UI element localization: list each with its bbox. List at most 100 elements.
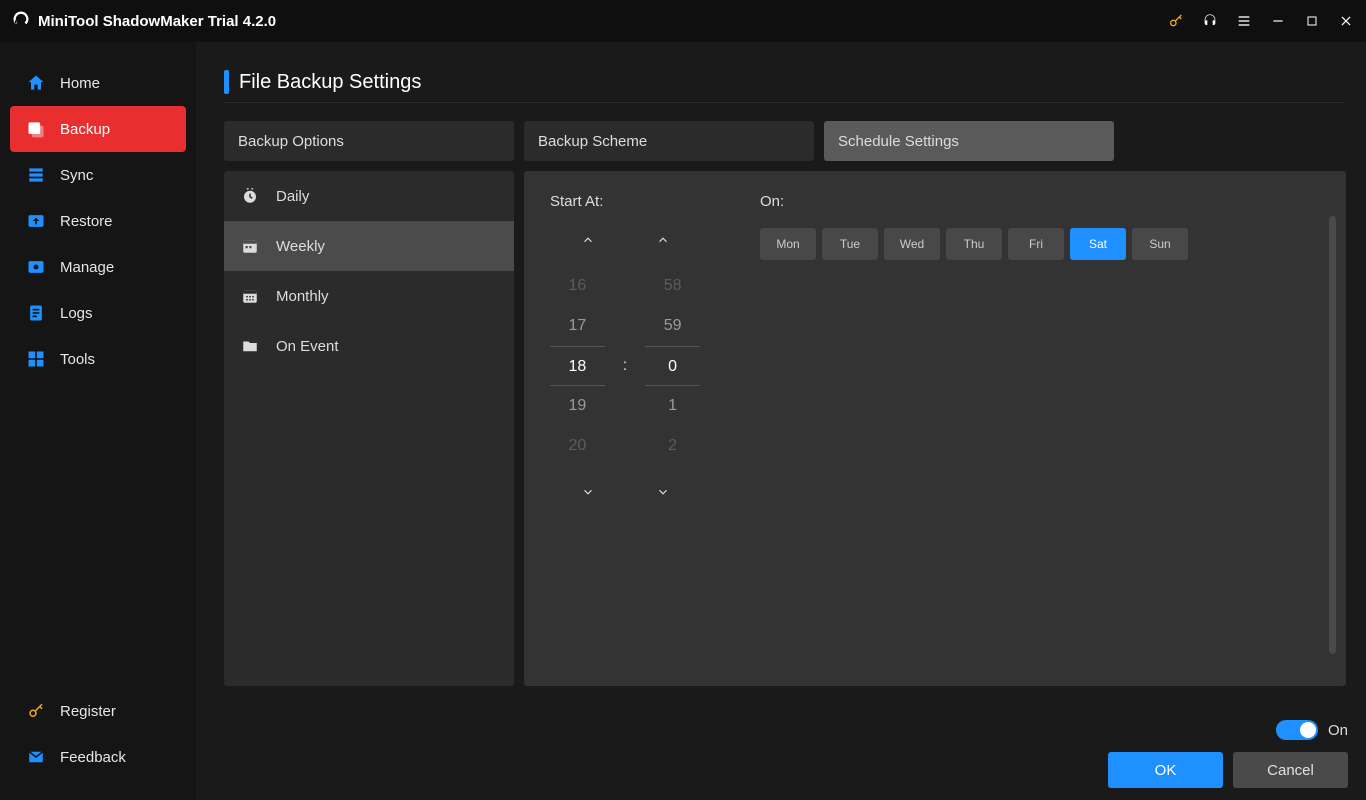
title-underline xyxy=(224,102,1344,103)
on-days-section: On: Mon Tue Wed Thu Fri Sat Sun xyxy=(760,193,1188,504)
minute-down-button[interactable] xyxy=(643,480,683,504)
minute-option: 2 xyxy=(668,426,677,466)
folder-icon xyxy=(240,336,260,356)
headset-icon[interactable] xyxy=(1202,13,1218,29)
schedule-mode-weekly[interactable]: Weekly xyxy=(224,221,514,271)
key-icon xyxy=(26,701,46,721)
hour-option: 17 xyxy=(568,306,586,346)
cancel-label: Cancel xyxy=(1267,762,1314,779)
day-thu[interactable]: Thu xyxy=(946,228,1002,260)
minute-wheel[interactable]: 58 59 0 1 2 xyxy=(645,266,700,466)
tab-schedule-settings[interactable]: Schedule Settings xyxy=(824,121,1114,161)
register-label: Register xyxy=(60,703,116,720)
day-wed[interactable]: Wed xyxy=(884,228,940,260)
day-fri[interactable]: Fri xyxy=(1008,228,1064,260)
day-mon[interactable]: Mon xyxy=(760,228,816,260)
backup-icon xyxy=(26,119,46,139)
content-area: File Backup Settings Backup Options Back… xyxy=(196,42,1366,800)
clock-icon xyxy=(240,186,260,206)
minute-option: 59 xyxy=(664,306,682,346)
day-label: Fri xyxy=(1029,237,1043,251)
titlebar-left: MiniTool ShadowMaker Trial 4.2.0 xyxy=(12,10,276,33)
calendar-week-icon xyxy=(240,236,260,256)
tools-icon xyxy=(26,349,46,369)
hour-up-button[interactable] xyxy=(568,228,608,252)
close-icon[interactable] xyxy=(1338,13,1354,29)
day-label: Mon xyxy=(776,237,799,251)
app-logo-icon xyxy=(12,10,30,33)
day-sun[interactable]: Sun xyxy=(1132,228,1188,260)
sidebar-item-sync[interactable]: Sync xyxy=(10,152,186,198)
schedule-toggle[interactable] xyxy=(1276,720,1318,740)
key-icon[interactable] xyxy=(1168,13,1184,29)
tab-label: Backup Scheme xyxy=(538,133,647,150)
tab-backup-options[interactable]: Backup Options xyxy=(224,121,514,161)
content-scrollbar[interactable] xyxy=(1329,216,1336,654)
sidebar-item-label: Backup xyxy=(60,121,110,138)
sidebar-item-restore[interactable]: Restore xyxy=(10,198,186,244)
sidebar-item-manage[interactable]: Manage xyxy=(10,244,186,290)
sidebar-item-label: Manage xyxy=(60,259,114,276)
page-title: File Backup Settings xyxy=(239,71,421,94)
sidebar-item-logs[interactable]: Logs xyxy=(10,290,186,336)
day-tue[interactable]: Tue xyxy=(822,228,878,260)
hour-option: 19 xyxy=(568,386,586,426)
sidebar-register[interactable]: Register xyxy=(10,688,186,734)
hour-selected: 18 xyxy=(550,346,605,386)
sidebar-item-home[interactable]: Home xyxy=(10,60,186,106)
accent-bar xyxy=(224,70,229,94)
sidebar-feedback[interactable]: Feedback xyxy=(10,734,186,780)
sidebar-item-label: Home xyxy=(60,75,100,92)
schedule-mode-monthly[interactable]: Monthly xyxy=(224,271,514,321)
day-label: Wed xyxy=(900,237,924,251)
footer: On OK Cancel xyxy=(1108,720,1348,788)
hour-wheel[interactable]: 16 17 18 19 20 xyxy=(550,266,605,466)
feedback-label: Feedback xyxy=(60,749,126,766)
toggle-label: On xyxy=(1328,722,1348,739)
schedule-mode-label: Daily xyxy=(276,188,309,205)
minute-selected: 0 xyxy=(645,346,700,386)
sidebar: Home Backup Sync Restore Manage Logs xyxy=(0,42,196,800)
time-colon: : xyxy=(623,357,627,375)
start-at-section: Start At: 16 17 18 xyxy=(550,193,700,504)
cancel-button[interactable]: Cancel xyxy=(1233,752,1348,788)
mail-icon xyxy=(26,747,46,767)
weekday-buttons: Mon Tue Wed Thu Fri Sat Sun xyxy=(760,228,1188,260)
tabs: Backup Options Backup Scheme Schedule Se… xyxy=(224,121,1346,161)
sync-icon xyxy=(26,165,46,185)
app-title: MiniTool ShadowMaker Trial 4.2.0 xyxy=(38,13,276,30)
ok-button[interactable]: OK xyxy=(1108,752,1223,788)
schedule-mode-daily[interactable]: Daily xyxy=(224,171,514,221)
maximize-icon[interactable] xyxy=(1304,13,1320,29)
restore-icon xyxy=(26,211,46,231)
menu-icon[interactable] xyxy=(1236,13,1252,29)
minute-up-button[interactable] xyxy=(643,228,683,252)
logs-icon xyxy=(26,303,46,323)
tab-backup-scheme[interactable]: Backup Scheme xyxy=(524,121,814,161)
calendar-month-icon xyxy=(240,286,260,306)
sidebar-item-tools[interactable]: Tools xyxy=(10,336,186,382)
schedule-detail-panel: Start At: 16 17 18 xyxy=(524,171,1346,686)
day-label: Sun xyxy=(1149,237,1170,251)
sidebar-item-label: Tools xyxy=(60,351,95,368)
hour-option: 20 xyxy=(568,426,586,466)
titlebar-right xyxy=(1168,13,1354,29)
schedule-mode-label: Weekly xyxy=(276,238,325,255)
minute-option: 1 xyxy=(668,386,677,426)
hour-option: 16 xyxy=(568,266,586,306)
manage-icon xyxy=(26,257,46,277)
sidebar-item-label: Logs xyxy=(60,305,93,322)
sidebar-item-label: Sync xyxy=(60,167,93,184)
day-sat[interactable]: Sat xyxy=(1070,228,1126,260)
sidebar-item-label: Restore xyxy=(60,213,113,230)
schedule-mode-label: Monthly xyxy=(276,288,329,305)
sidebar-item-backup[interactable]: Backup xyxy=(10,106,186,152)
day-label: Thu xyxy=(964,237,985,251)
minute-option: 58 xyxy=(664,266,682,306)
ok-label: OK xyxy=(1155,762,1177,779)
schedule-mode-panel: Daily Weekly Monthly On Event xyxy=(224,171,514,686)
hour-down-button[interactable] xyxy=(568,480,608,504)
minimize-icon[interactable] xyxy=(1270,13,1286,29)
schedule-mode-onevent[interactable]: On Event xyxy=(224,321,514,371)
schedule-mode-label: On Event xyxy=(276,338,339,355)
